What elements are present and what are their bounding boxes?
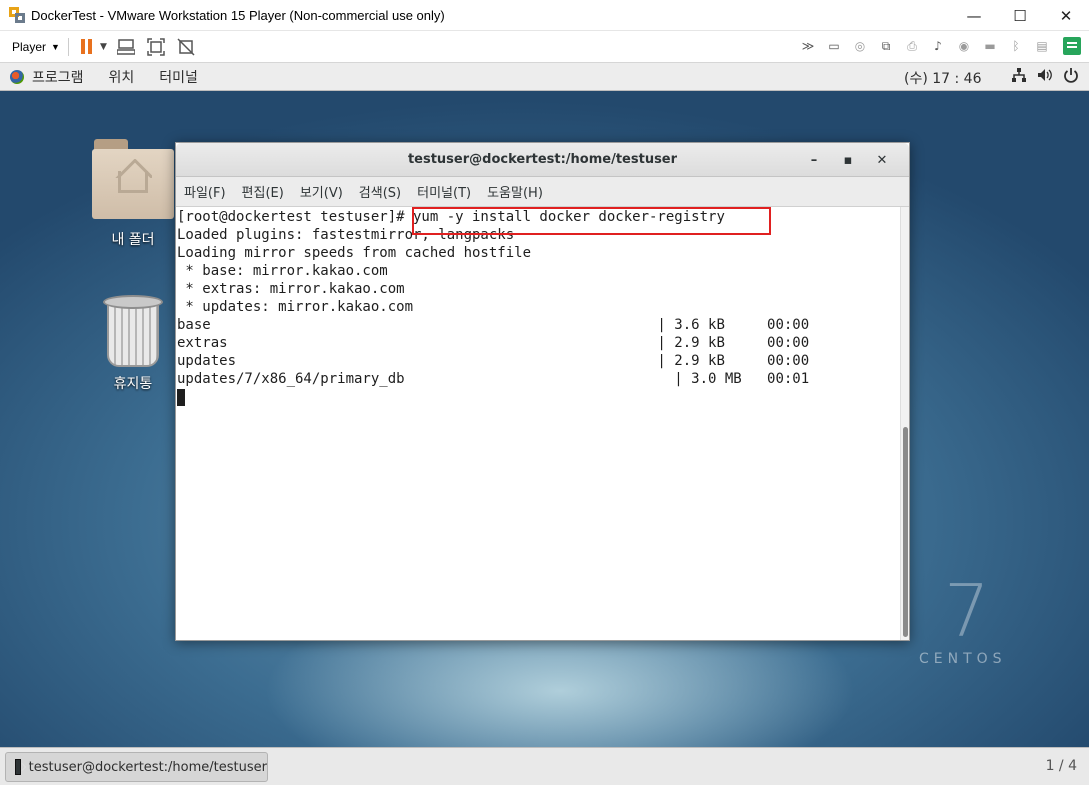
menu-search[interactable]: 검색(S) — [359, 182, 401, 201]
player-menu-label: Player — [12, 39, 47, 54]
device-status-icons: ≫ ▭ ◎ ⧉ ⎙ ♪ ◉ ▬ ᛒ ▤ — [797, 35, 1081, 57]
centos-brand-text: CENTOS — [919, 651, 1007, 667]
terminal-line: * base: mirror.kakao.com — [177, 263, 388, 279]
vmware-app-icon — [9, 7, 25, 23]
gnome-top-bar: 프로그램 위치 터미널 (수) 17 : 46 — [0, 62, 1089, 91]
terminal-line: * updates: mirror.kakao.com — [177, 299, 414, 315]
terminal-line: updates | 2.9 kB 00:00 — [177, 353, 810, 369]
minimize-button[interactable]: — — [951, 0, 997, 31]
printer-icon[interactable]: ⎙ — [901, 35, 923, 57]
scrollbar-thumb[interactable] — [903, 427, 908, 637]
network-adapter-icon[interactable]: ⧉ — [875, 35, 897, 57]
removable-device-icon[interactable]: ▤ — [1031, 35, 1053, 57]
unity-icon[interactable] — [175, 36, 197, 58]
power-icon[interactable] — [1063, 67, 1079, 87]
desktop-icon-trash[interactable]: 휴지통 — [88, 295, 178, 393]
window-title: DockerTest - VMware Workstation 15 Playe… — [31, 7, 445, 23]
message-log-icon[interactable] — [1063, 37, 1081, 55]
terminal-line: base | 3.6 kB 00:00 — [177, 317, 810, 333]
taskbar-item-label: testuser@dockertest:/home/testuser — [28, 759, 267, 775]
command-highlight-box — [412, 207, 771, 235]
chevron-down-icon: ▼ — [51, 41, 60, 52]
clock[interactable]: (수) 17 : 46 — [904, 68, 982, 88]
power-options-chevron-icon[interactable]: ▼ — [100, 42, 107, 52]
close-button[interactable]: ✕ — [1043, 0, 1089, 31]
terminal-line: extras | 2.9 kB 00:00 — [177, 335, 810, 351]
usb-device-icon[interactable]: ▬ — [979, 35, 1001, 57]
desktop-icon-home-folder[interactable]: 내 폴더 — [88, 139, 178, 249]
send-ctrl-alt-del-icon[interactable] — [115, 36, 137, 58]
bluetooth-icon[interactable]: ᛒ — [1005, 35, 1027, 57]
hard-disk-icon[interactable]: ▭ — [823, 35, 845, 57]
applications-menu-icon — [10, 69, 24, 84]
centos-version-number: 7 — [944, 569, 990, 653]
menu-terminal-settings[interactable]: 터미널(T) — [417, 182, 471, 201]
toolbar-divider — [67, 37, 69, 56]
desktop-icon-label: 휴지통 — [113, 376, 153, 392]
terminal-output[interactable]: [root@dockertest testuser]# yum -y insta… — [176, 207, 901, 640]
taskbar-item-terminal[interactable]: testuser@dockertest:/home/testuser — [5, 752, 268, 782]
menu-edit[interactable]: 편집(E) — [242, 182, 284, 201]
menu-terminal[interactable]: 터미널 — [159, 67, 198, 87]
maximize-button[interactable]: ☐ — [997, 0, 1043, 31]
terminal-icon — [15, 759, 21, 775]
menu-view[interactable]: 보기(V) — [300, 182, 343, 201]
volume-icon[interactable] — [1037, 67, 1053, 87]
workspace-indicator[interactable]: 1 / 4 — [1046, 758, 1077, 774]
home-folder-icon — [92, 139, 174, 219]
sound-card-icon[interactable]: ♪ — [927, 35, 949, 57]
terminal-minimize-button[interactable]: – — [797, 151, 831, 169]
network-icon[interactable] — [1011, 67, 1027, 87]
menu-applications[interactable]: 프로그램 — [32, 67, 84, 87]
desktop-icon-label: 내 폴더 — [111, 232, 155, 248]
menu-file[interactable]: 파일(F) — [184, 182, 226, 201]
pause-icon[interactable] — [80, 39, 92, 54]
menu-places[interactable]: 위치 — [109, 67, 135, 87]
cd-drive-2-icon[interactable]: ◉ — [953, 35, 975, 57]
terminal-maximize-button[interactable]: ▪ — [831, 151, 865, 169]
trash-icon — [103, 295, 163, 369]
cd-drive-icon[interactable]: ◎ — [849, 35, 871, 57]
terminal-close-button[interactable]: ✕ — [865, 151, 899, 169]
window-list-bar: testuser@dockertest:/home/testuser 1 / 4 — [0, 747, 1089, 785]
vmware-toolbar: Player ▼ ▼ ≫ ▭ ◎ ⧉ ⎙ ♪ ◉ ▬ ᛒ ▤ — [0, 31, 1089, 62]
menu-help[interactable]: 도움말(H) — [487, 182, 543, 201]
terminal-line: Loading mirror speeds from cached hostfi… — [177, 245, 532, 261]
terminal-title-bar[interactable]: testuser@dockertest:/home/testuser – ▪ ✕ — [176, 143, 909, 177]
expand-arrows-icon[interactable]: ≫ — [797, 35, 819, 57]
terminal-cursor — [177, 389, 185, 406]
terminal-line: * extras: mirror.kakao.com — [177, 281, 405, 297]
terminal-line: updates/7/x86_64/primary_db | 3.0 MB 00:… — [177, 371, 810, 387]
fit-guest-icon[interactable] — [145, 36, 167, 58]
terminal-scrollbar[interactable] — [900, 207, 909, 640]
terminal-menu-bar: 파일(F) 편집(E) 보기(V) 검색(S) 터미널(T) 도움말(H) — [176, 177, 909, 207]
vmware-title-bar: DockerTest - VMware Workstation 15 Playe… — [0, 0, 1089, 31]
player-menu[interactable]: Player ▼ — [12, 40, 60, 54]
